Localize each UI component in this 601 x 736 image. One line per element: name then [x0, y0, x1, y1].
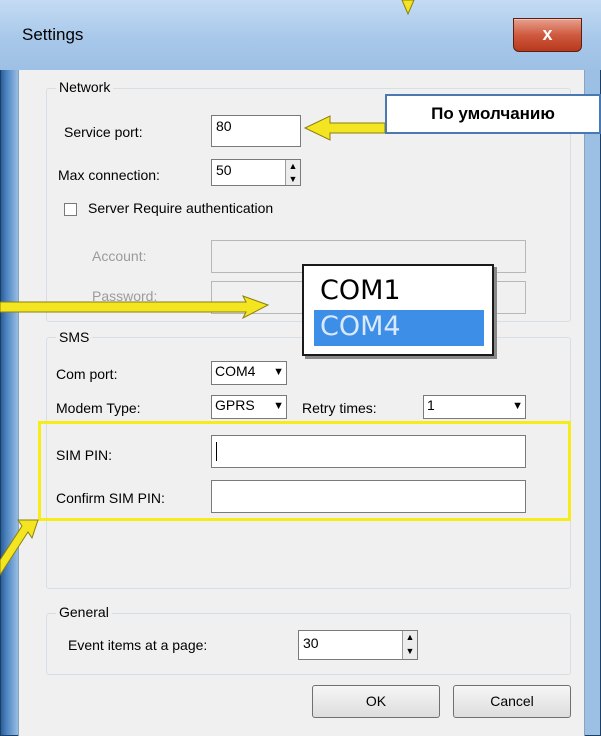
- arrow-to-service-port-icon: [303, 115, 386, 141]
- arrow-to-highlight-box-icon: [0, 519, 39, 576]
- arrow-top-icon: [401, 0, 415, 16]
- com-option-1[interactable]: COM1: [314, 274, 484, 310]
- arrow-to-com-dropdown-icon: [0, 295, 270, 320]
- com-option-2-selected[interactable]: COM4: [314, 310, 484, 346]
- com-port-dropdown-list: COM1 COM4: [302, 264, 494, 356]
- default-callout: По умолчанию: [385, 94, 601, 134]
